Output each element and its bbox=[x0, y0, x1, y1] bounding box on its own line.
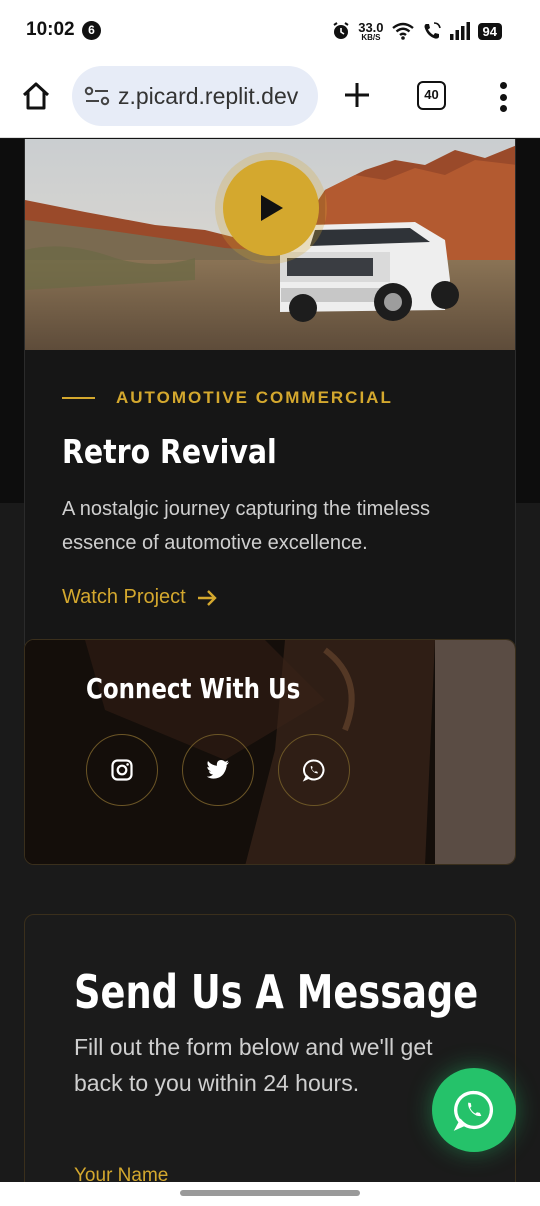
project-thumbnail[interactable] bbox=[25, 139, 515, 350]
whatsapp-icon bbox=[302, 759, 325, 782]
status-bar: 10:02 6 33.0 KB/S 94 bbox=[0, 0, 540, 62]
menu-dot bbox=[499, 93, 507, 101]
gesture-navigation-bar bbox=[0, 1182, 540, 1206]
status-time: 10:02 bbox=[26, 19, 75, 40]
instagram-icon bbox=[111, 759, 133, 781]
site-settings-icon[interactable] bbox=[84, 85, 110, 107]
tab-switcher-button[interactable]: 40 bbox=[417, 81, 446, 110]
whatsapp-button[interactable] bbox=[278, 734, 350, 806]
home-icon[interactable] bbox=[20, 80, 52, 112]
page: 10:02 6 33.0 KB/S 94 z.picard.replit.dev… bbox=[0, 0, 540, 1206]
menu-dot bbox=[499, 105, 507, 112]
message-description: Fill out the form below and we'll get ba… bbox=[74, 1034, 433, 1096]
watch-project-link[interactable]: Watch Project bbox=[62, 586, 218, 609]
name-field-label: Your Name bbox=[74, 1165, 169, 1182]
status-icons: 33.0 KB/S 94 bbox=[331, 18, 502, 44]
address-bar[interactable]: z.picard.replit.dev bbox=[72, 66, 318, 126]
net-speed: 33.0 KB/S bbox=[358, 21, 383, 42]
connect-card: Connect With Us bbox=[24, 639, 516, 865]
wifi-call-icon bbox=[424, 22, 441, 39]
play-icon bbox=[261, 195, 283, 221]
signal-icon bbox=[449, 22, 470, 40]
message-card: Send Us A Message Fill out the form belo… bbox=[24, 914, 516, 1182]
instagram-button[interactable] bbox=[86, 734, 158, 806]
watch-project-label: Watch Project bbox=[62, 586, 186, 608]
category-divider bbox=[62, 397, 95, 399]
battery-indicator: 94 bbox=[477, 22, 502, 40]
twitter-button[interactable] bbox=[182, 734, 254, 806]
twitter-icon bbox=[206, 760, 229, 779]
notification-badge: 6 bbox=[82, 21, 101, 40]
connect-title: Connect With Us bbox=[86, 672, 301, 705]
alarm-icon bbox=[333, 22, 349, 39]
whatsapp-icon bbox=[453, 1090, 494, 1131]
wifi-icon bbox=[391, 22, 414, 40]
net-speed-value: 33.0 bbox=[358, 19, 384, 35]
project-category: AUTOMOTIVE COMMERCIAL bbox=[116, 388, 393, 407]
menu-icon[interactable] bbox=[497, 82, 509, 112]
browser-toolbar: z.picard.replit.dev 40 bbox=[0, 62, 540, 138]
whatsapp-chat-button[interactable] bbox=[432, 1068, 516, 1152]
net-speed-unit: KB/S bbox=[361, 32, 381, 42]
project-title: Retro Revival bbox=[62, 432, 277, 471]
project-description: A nostalgic journey capturing the timele… bbox=[62, 498, 430, 554]
message-title: Send Us A Message bbox=[74, 965, 479, 1019]
page-content: AUTOMOTIVE COMMERCIAL Retro Revival A no… bbox=[0, 139, 540, 1182]
home-gesture-handle[interactable] bbox=[180, 1190, 360, 1196]
arrow-right-icon bbox=[197, 589, 217, 606]
new-tab-icon[interactable] bbox=[340, 78, 374, 112]
url-text[interactable]: z.picard.replit.dev bbox=[118, 83, 298, 110]
play-button[interactable] bbox=[223, 160, 319, 256]
menu-dot bbox=[499, 82, 507, 89]
